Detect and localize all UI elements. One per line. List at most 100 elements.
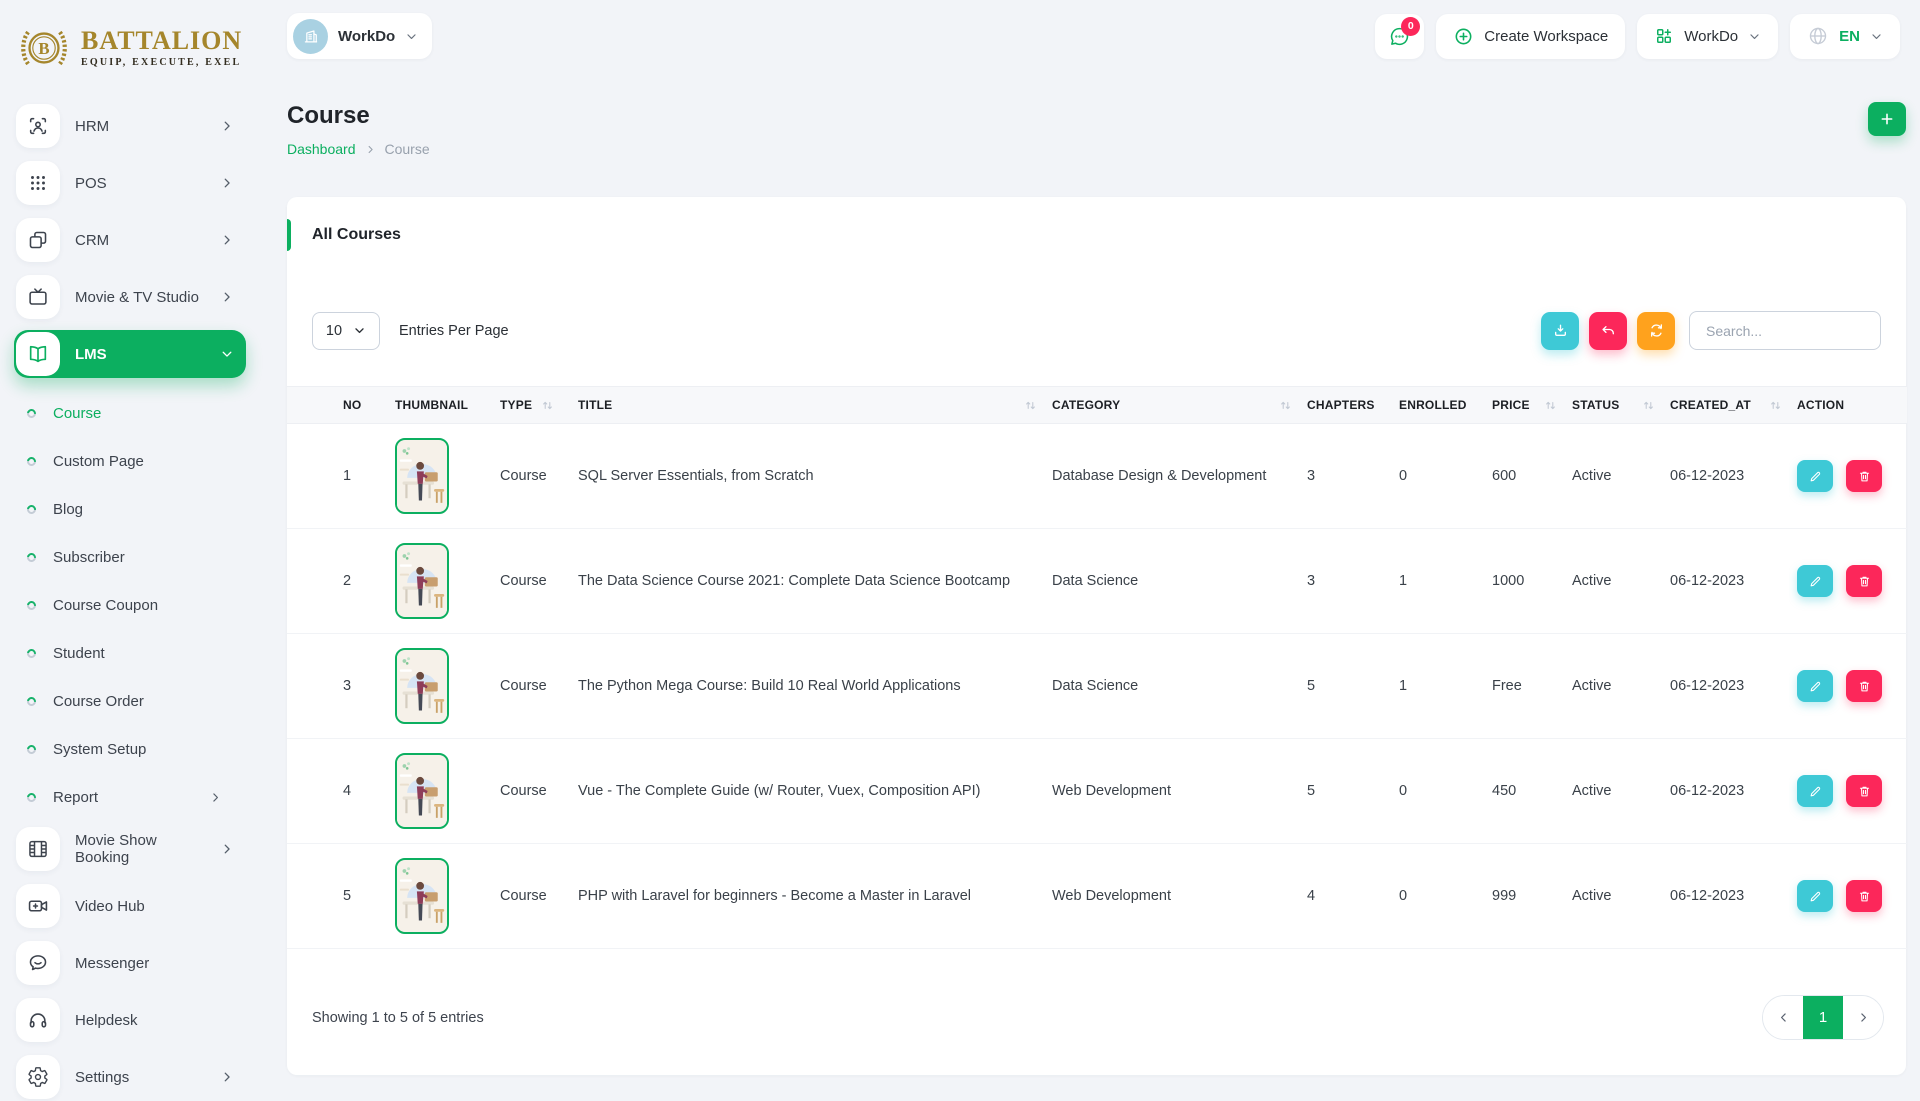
sort-arrows-icon xyxy=(1545,400,1556,411)
cell-category: Database Design & Development xyxy=(1044,424,1299,529)
sidebar-subitem-label: Custom Page xyxy=(53,453,246,470)
sidebar-subitem-subscriber[interactable]: Subscriber xyxy=(14,533,246,581)
cell-category: Web Development xyxy=(1044,844,1299,949)
sidebar-subitem-label: Blog xyxy=(53,501,246,518)
sidebar-item-movie-tv-studio[interactable]: Movie & TV Studio xyxy=(14,273,246,321)
globe-icon xyxy=(1807,25,1829,47)
delete-button[interactable] xyxy=(1846,565,1882,597)
column-type[interactable]: TYPE xyxy=(492,387,570,424)
cell-status: Active xyxy=(1564,739,1662,844)
chevron-right-icon xyxy=(365,144,376,155)
reset-button[interactable] xyxy=(1589,312,1627,350)
sidebar-item-lms[interactable]: LMS xyxy=(14,330,246,378)
chevron-down-icon xyxy=(1870,30,1883,43)
sidebar-item-crm[interactable]: CRM xyxy=(14,216,246,264)
sidebar-subitem-course-coupon[interactable]: Course Coupon xyxy=(14,581,246,629)
cell-enrolled: 0 xyxy=(1391,844,1484,949)
bullet-icon xyxy=(25,407,38,420)
chevron-right-icon xyxy=(220,176,234,190)
delete-button[interactable] xyxy=(1846,880,1882,912)
sidebar-subitem-blog[interactable]: Blog xyxy=(14,485,246,533)
language-selector[interactable]: EN xyxy=(1790,14,1900,59)
sort-arrows-icon xyxy=(1280,400,1291,411)
chevron-right-icon xyxy=(1857,1011,1870,1024)
sidebar-item-messenger[interactable]: Messenger xyxy=(14,939,246,987)
edit-button[interactable] xyxy=(1797,775,1833,807)
course-thumbnail xyxy=(395,753,449,829)
courses-table: NO THUMBNAIL TYPE TITLE CATEGORY CHAPTER… xyxy=(287,386,1907,949)
cell-status: Active xyxy=(1564,424,1662,529)
sidebar-subitem-course[interactable]: Course xyxy=(14,389,246,437)
sort-arrows-icon xyxy=(1770,400,1781,411)
column-price[interactable]: PRICE xyxy=(1484,387,1564,424)
sidebar-subitem-label: Course Coupon xyxy=(53,597,246,614)
column-status[interactable]: STATUS xyxy=(1564,387,1662,424)
messages-button[interactable]: 0 xyxy=(1375,14,1424,59)
add-course-button[interactable] xyxy=(1868,102,1906,136)
delete-button[interactable] xyxy=(1846,670,1882,702)
cell-action xyxy=(1789,634,1907,739)
sidebar-item-hrm[interactable]: HRM xyxy=(14,102,246,150)
sidebar-item-helpdesk[interactable]: Helpdesk xyxy=(14,996,246,1044)
edit-button[interactable] xyxy=(1797,565,1833,597)
pencil-icon xyxy=(1808,679,1823,694)
sidebar-subitem-report[interactable]: Report xyxy=(14,773,246,821)
column-category[interactable]: CATEGORY xyxy=(1044,387,1299,424)
edit-button[interactable] xyxy=(1797,880,1833,912)
cell-created-at: 06-12-2023 xyxy=(1662,739,1789,844)
cell-type: Course xyxy=(492,529,570,634)
column-action: ACTION xyxy=(1789,387,1907,424)
sidebar-subitem-label: Subscriber xyxy=(53,549,246,566)
workdo-menu-button[interactable]: WorkDo xyxy=(1637,14,1778,59)
create-workspace-label: Create Workspace xyxy=(1484,28,1608,45)
edit-button[interactable] xyxy=(1797,670,1833,702)
export-button[interactable] xyxy=(1541,312,1579,350)
delete-button[interactable] xyxy=(1846,775,1882,807)
sidebar-subitem-student[interactable]: Student xyxy=(14,629,246,677)
gear-icon xyxy=(16,1055,60,1099)
entries-per-page-select[interactable]: 10 xyxy=(312,312,380,350)
sidebar-item-label: LMS xyxy=(75,346,205,363)
pagination-next-button[interactable] xyxy=(1843,995,1883,1040)
cell-no: 1 xyxy=(287,424,387,529)
search-input[interactable] xyxy=(1689,311,1881,350)
sidebar-item-pos[interactable]: POS xyxy=(14,159,246,207)
cell-no: 4 xyxy=(287,739,387,844)
bullet-icon xyxy=(25,791,38,804)
cell-chapters: 4 xyxy=(1299,844,1391,949)
sidebar-subitem-course-order[interactable]: Course Order xyxy=(14,677,246,725)
sidebar-item-video-hub[interactable]: Video Hub xyxy=(14,882,246,930)
cell-action xyxy=(1789,424,1907,529)
course-thumbnail xyxy=(395,648,449,724)
trash-icon xyxy=(1857,679,1872,694)
pagination-prev-button[interactable] xyxy=(1763,995,1803,1040)
breadcrumb-dashboard-link[interactable]: Dashboard xyxy=(287,141,356,157)
cell-status: Active xyxy=(1564,844,1662,949)
table-row: 4 Course Vue - The Complete Guide (w/ Ro… xyxy=(287,739,1907,844)
workspace-switcher[interactable]: WorkDo xyxy=(287,13,432,59)
pencil-icon xyxy=(1808,784,1823,799)
chevron-down-icon xyxy=(1748,30,1761,43)
edit-button[interactable] xyxy=(1797,460,1833,492)
create-workspace-button[interactable]: Create Workspace xyxy=(1436,14,1625,59)
brand-emblem-icon: B xyxy=(16,20,72,76)
sidebar-item-movie-show-booking[interactable]: Movie Show Booking xyxy=(14,825,246,873)
pagination-page-current[interactable]: 1 xyxy=(1803,995,1843,1040)
refresh-button[interactable] xyxy=(1637,312,1675,350)
sidebar-subitem-system-setup[interactable]: System Setup xyxy=(14,725,246,773)
chevron-right-icon xyxy=(220,842,234,856)
sidebar-subitem-custom-page[interactable]: Custom Page xyxy=(14,437,246,485)
sidebar-nav: HRM POS CRM xyxy=(0,94,260,1101)
cell-type: Course xyxy=(492,424,570,529)
cell-type: Course xyxy=(492,739,570,844)
pencil-icon xyxy=(1808,889,1823,904)
column-created-at[interactable]: CREATED_AT xyxy=(1662,387,1789,424)
sidebar-item-settings[interactable]: Settings xyxy=(14,1053,246,1101)
delete-button[interactable] xyxy=(1846,460,1882,492)
sidebar-item-label: Helpdesk xyxy=(75,1012,234,1029)
cell-enrolled: 0 xyxy=(1391,739,1484,844)
sort-arrows-icon xyxy=(542,400,553,411)
entries-per-page-label: Entries Per Page xyxy=(399,323,509,339)
workspace-name: WorkDo xyxy=(338,28,395,45)
column-title[interactable]: TITLE xyxy=(570,387,1044,424)
